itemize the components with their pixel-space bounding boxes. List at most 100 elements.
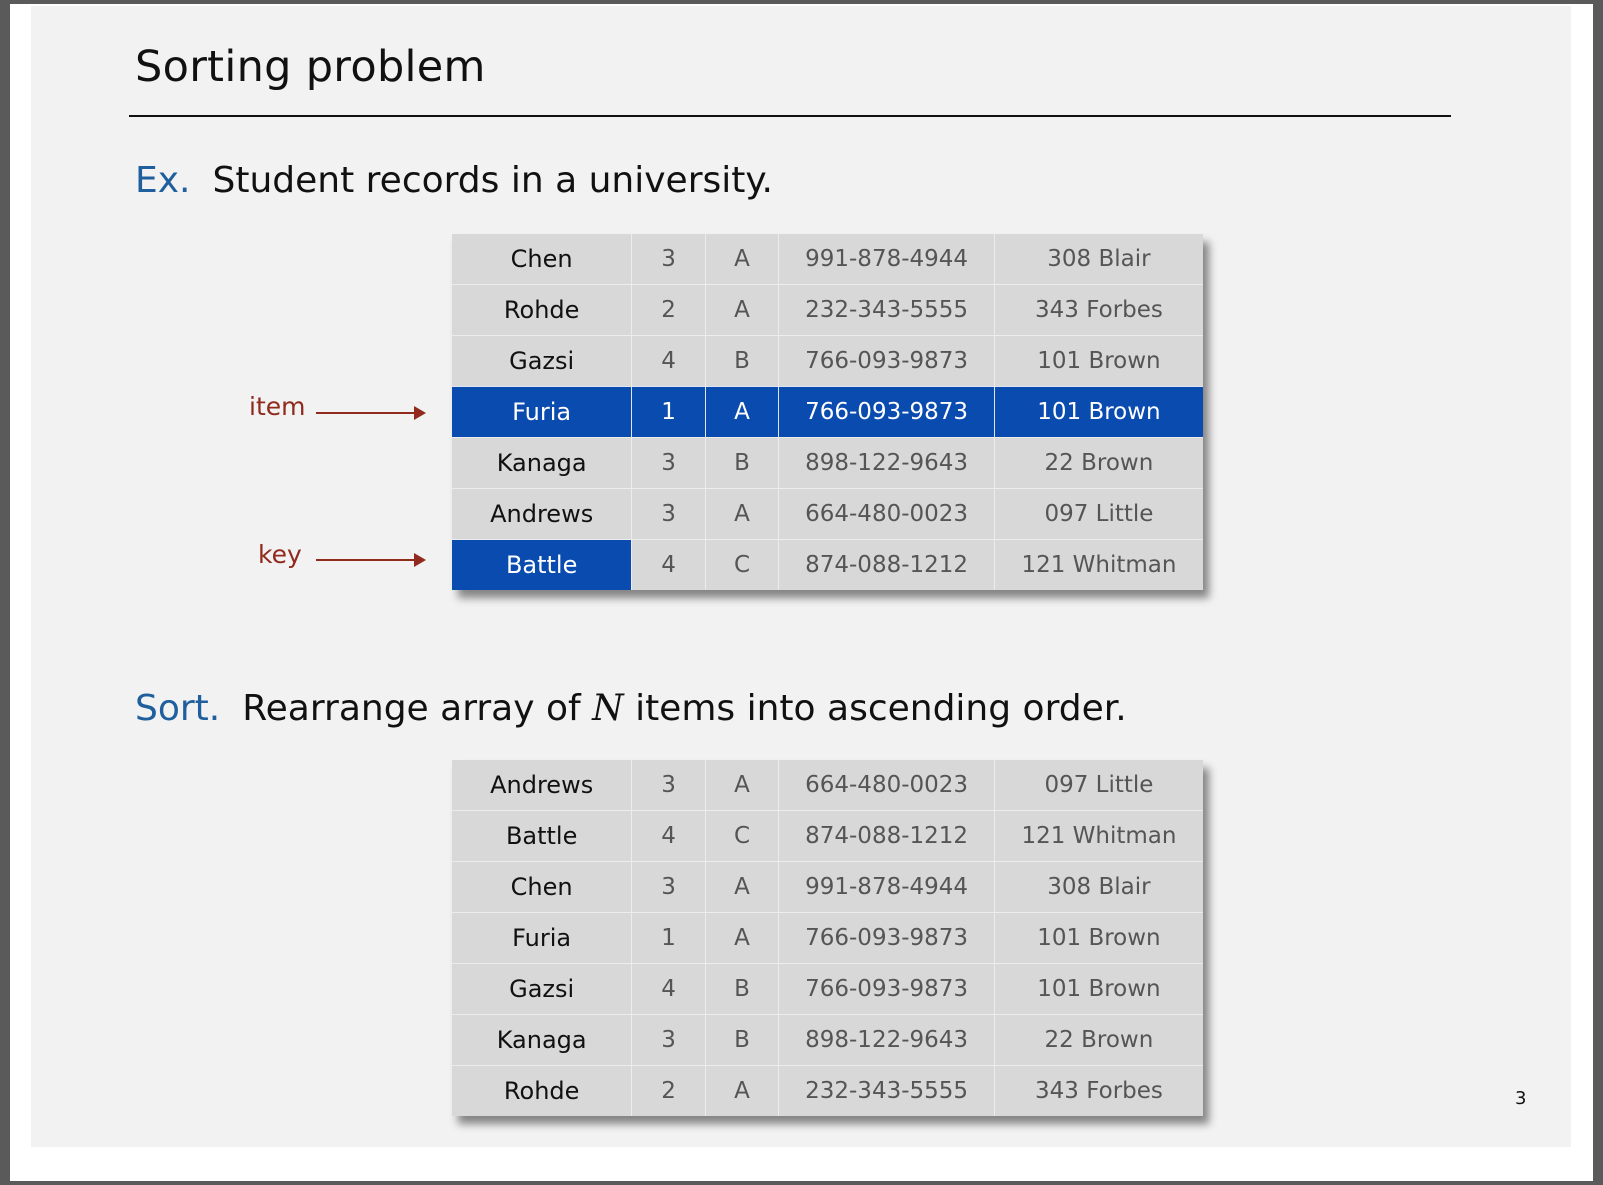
table-cell: Andrews	[490, 771, 594, 799]
table-cell: A	[704, 386, 779, 438]
table-cell: A	[704, 488, 779, 540]
table-cell: A	[704, 1065, 779, 1116]
table-cell: A	[704, 861, 779, 913]
table-cell: Chen	[510, 245, 573, 273]
table-row: Kanaga 3 B 898-122-9643 22 Brown	[452, 1014, 1203, 1066]
table-cell: 101 Brown	[993, 912, 1203, 964]
item-callout-label: item	[249, 392, 306, 421]
table-row: Battle 4 C 874-088-1212 121 Whitman	[452, 539, 1203, 590]
table-row: Gazsi 4 B 766-093-9873 101 Brown	[452, 335, 1203, 387]
table-cell: 766-093-9873	[778, 386, 995, 438]
table-cell: Kanaga	[452, 1014, 632, 1066]
table-cell: 3	[631, 234, 706, 285]
table-cell: A	[704, 760, 779, 811]
sort-text-after: items into ascending order.	[623, 688, 1127, 729]
key-callout-label: key	[258, 540, 302, 569]
sort-line: Sort. Rearrange array of N items into asc…	[135, 688, 1127, 729]
table-cell: B	[704, 437, 779, 489]
table-row: Chen 3 A 991-878-4944 308 Blair	[452, 234, 1203, 285]
table-cell: 101 Brown	[993, 386, 1203, 438]
table-cell: 097 Little	[993, 760, 1203, 811]
table-cell: 2	[631, 284, 706, 336]
table-cell: 874-088-1212	[778, 810, 995, 862]
table-cell: Rohde	[452, 1065, 632, 1116]
table-row: Rohde 2 A 232-343-5555 343 Forbes	[452, 1065, 1203, 1116]
table-cell: 343 Forbes	[993, 284, 1203, 336]
table-cell: 3	[631, 1014, 706, 1066]
table-cell: Chen	[452, 861, 632, 913]
table-cell: Battle	[452, 539, 632, 590]
table-cell: 991-878-4944	[778, 234, 995, 285]
table-cell: C	[704, 539, 779, 590]
table-row: Kanaga 3 B 898-122-9643 22 Brown	[452, 437, 1203, 489]
table-cell: 4	[631, 810, 706, 862]
table-row: Andrews 3 A 664-480-0023 097 Little	[452, 760, 1203, 811]
table-cell: 1	[631, 912, 706, 964]
table-cell: 766-093-9873	[778, 335, 995, 387]
table-cell: 22 Brown	[993, 437, 1203, 489]
table-cell: 101 Brown	[993, 963, 1203, 1015]
table-row: Rohde 2 A 232-343-5555 343 Forbes	[452, 284, 1203, 336]
table-cell: 3	[631, 488, 706, 540]
table-cell: B	[704, 963, 779, 1015]
table-row: Furia 1 A 766-093-9873 101 Brown	[452, 912, 1203, 964]
table-cell: 4	[631, 335, 706, 387]
table-cell: 4	[631, 963, 706, 1015]
table-cell: 121 Whitman	[993, 810, 1203, 862]
item-arrow-icon	[316, 406, 426, 420]
table-cell: 22 Brown	[993, 1014, 1203, 1066]
example-tag: Ex.	[135, 160, 191, 201]
example-text: Student records in a university.	[212, 160, 774, 201]
table-row: Furia 1 A 766-093-9873 101 Brown	[452, 386, 1203, 438]
sorted-records-table: Andrews 3 A 664-480-0023 097 Little Battle 4 C 8…	[452, 760, 1203, 1116]
table-cell: 3	[631, 437, 706, 489]
table-cell: 232-343-5555	[778, 284, 995, 336]
table-cell: 766-093-9873	[778, 963, 995, 1015]
table-cell: 343 Forbes	[993, 1065, 1203, 1116]
page-number: 3	[1515, 1088, 1527, 1109]
table-cell: 664-480-0023	[778, 760, 995, 811]
table-cell: Gazsi	[452, 963, 632, 1015]
document-viewer: Sorting problem Ex. Student records in a …	[10, 4, 1593, 1181]
table-cell: 898-122-9643	[778, 1014, 995, 1066]
table-cell: 3	[631, 760, 706, 811]
table-cell: A	[704, 912, 779, 964]
slide-page: Sorting problem Ex. Student records in a …	[31, 6, 1571, 1147]
table-cell: 308 Blair	[993, 234, 1203, 285]
table-cell: Battle	[452, 810, 632, 862]
table-cell: Kanaga	[452, 437, 632, 489]
table-cell: Gazsi	[452, 335, 632, 387]
table-row: Chen 3 A 991-878-4944 308 Blair	[452, 861, 1203, 913]
table-cell: Rohde	[452, 284, 632, 336]
table-row: Battle 4 C 874-088-1212 121 Whitman	[452, 810, 1203, 862]
table-cell: B	[704, 1014, 779, 1066]
sort-tag: Sort.	[135, 688, 221, 729]
table-cell: 097 Little	[993, 488, 1203, 540]
unsorted-records-table: Chen 3 A 991-878-4944 308 Blair Rohde 2 A 232-34…	[452, 234, 1203, 590]
table-row: Andrews 3 A 664-480-0023 097 Little	[452, 488, 1203, 540]
sort-variable: N	[592, 688, 624, 729]
table-cell: 991-878-4944	[778, 861, 995, 913]
sort-text-before: Rearrange array of	[242, 688, 593, 729]
table-cell: 898-122-9643	[778, 437, 995, 489]
table-cell: 1	[631, 386, 706, 438]
table-cell: 308 Blair	[993, 861, 1203, 913]
table-cell: 766-093-9873	[778, 912, 995, 964]
key-arrow-icon	[316, 553, 426, 567]
table-cell: Furia	[452, 386, 632, 438]
table-cell: 4	[631, 539, 706, 590]
table-cell: 101 Brown	[993, 335, 1203, 387]
table-cell: B	[704, 335, 779, 387]
table-cell: 121 Whitman	[993, 539, 1203, 590]
slide-title: Sorting problem	[135, 42, 486, 92]
table-cell: A	[704, 284, 779, 336]
table-cell: 664-480-0023	[778, 488, 995, 540]
example-line: Ex. Student records in a university.	[135, 160, 773, 201]
table-cell: Furia	[452, 912, 632, 964]
table-cell: Andrews	[452, 488, 632, 540]
table-cell: 2	[631, 1065, 706, 1116]
title-divider	[129, 115, 1451, 117]
table-row: Gazsi 4 B 766-093-9873 101 Brown	[452, 963, 1203, 1015]
table-cell: 3	[631, 861, 706, 913]
table-cell: C	[704, 810, 779, 862]
